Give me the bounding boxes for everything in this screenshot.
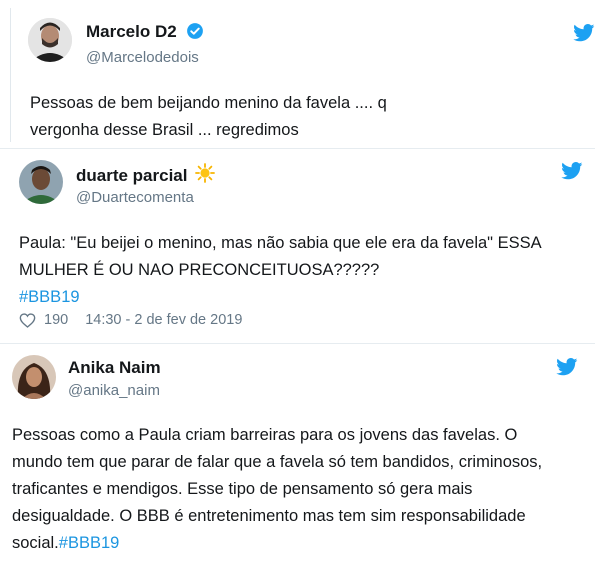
display-name-text: Marcelo D2	[86, 22, 177, 41]
hashtag-link[interactable]: #BBB19	[59, 534, 120, 552]
twitter-bird-icon[interactable]	[556, 358, 578, 376]
sun-icon	[195, 163, 216, 188]
tweet-duarte-parcial[interactable]: duarte parcial @Duartecomenta Paula: "Eu…	[0, 148, 595, 343]
twitter-bird-icon[interactable]	[573, 24, 595, 42]
user-handle[interactable]: @Duartecomenta	[76, 189, 194, 206]
tweet-timestamp[interactable]: 14:30 - 2 de fev de 2019	[85, 312, 242, 328]
display-name[interactable]: Marcelo D2	[86, 22, 204, 42]
avatar[interactable]	[28, 18, 72, 62]
avatar[interactable]	[19, 160, 63, 204]
tweet-text: Paula: "Eu beijei o menino, mas não sabi…	[19, 230, 584, 311]
heart-icon[interactable]	[19, 312, 36, 328]
like-count[interactable]: 190	[44, 312, 68, 328]
twitter-bird-icon[interactable]	[561, 162, 583, 180]
thread-rule	[10, 8, 11, 142]
verified-badge-icon	[187, 23, 204, 39]
avatar[interactable]	[12, 355, 56, 399]
tweet-anika-naim[interactable]: Anika Naim @anika_naim Pessoas como a Pa…	[0, 343, 595, 567]
display-name[interactable]: Anika Naim	[68, 358, 161, 378]
user-handle[interactable]: @anika_naim	[68, 382, 160, 399]
tweet-text-content: Paula: "Eu beijei o menino, mas não sabi…	[19, 234, 541, 279]
tweet-text: Pessoas como a Paula criam barreiras par…	[12, 422, 572, 557]
hashtag-link[interactable]: #BBB19	[19, 288, 80, 306]
tweet-text: Pessoas de bem beijando menino da favela…	[30, 94, 387, 139]
display-name[interactable]: duarte parcial	[76, 163, 216, 188]
display-name-text: duarte parcial	[76, 166, 188, 185]
user-handle[interactable]: @Marcelodedois	[86, 49, 199, 66]
tweet-meta: 190 14:30 - 2 de fev de 2019	[19, 312, 242, 328]
tweet-marcelo-d2[interactable]: Marcelo D2 @Marcelodedois Pessoas de bem…	[0, 0, 595, 148]
